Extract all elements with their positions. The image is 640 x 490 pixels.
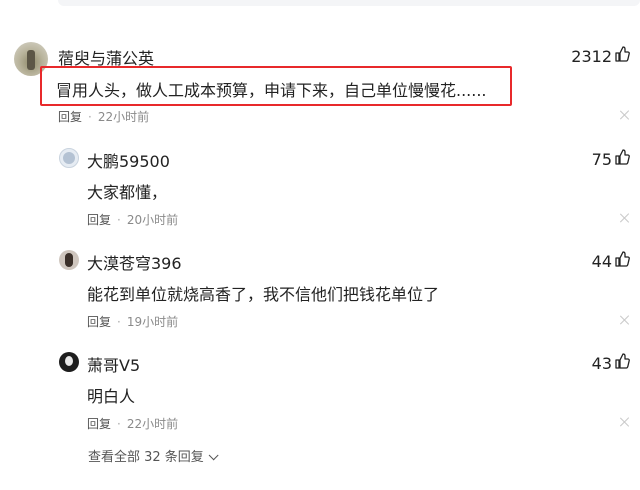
reply-time: 19小时前	[126, 315, 179, 329]
view-all-label: 查看全部 32 条回复	[88, 450, 204, 465]
like-count: 2312	[571, 46, 612, 66]
reply-time: 20小时前	[126, 213, 179, 227]
reply-button[interactable]: 回复	[87, 315, 111, 329]
reply-button[interactable]: 回复	[87, 213, 111, 227]
previous-comment-strip	[58, 0, 640, 6]
avatar[interactable]	[59, 352, 79, 372]
like-button[interactable]: 2312	[571, 46, 630, 66]
avatar[interactable]	[59, 148, 79, 168]
highlight-box	[40, 66, 512, 106]
reply-button[interactable]: 回复	[87, 417, 111, 431]
thumbs-up-icon	[614, 251, 630, 271]
thumbs-up-icon	[614, 46, 630, 66]
thumbs-up-icon	[614, 353, 630, 373]
reply-author[interactable]: 大鹏59500	[87, 148, 170, 172]
comment-meta: 回复 · 22小时前	[58, 110, 150, 124]
reply-meta: 回复 · 19小时前	[87, 315, 179, 329]
like-count: 75	[591, 149, 612, 169]
close-icon[interactable]	[620, 110, 630, 120]
chevron-down-icon	[208, 450, 219, 461]
reply-meta: 回复 · 20小时前	[87, 213, 179, 227]
like-count: 44	[591, 251, 612, 271]
like-button[interactable]: 43	[592, 353, 630, 373]
like-count: 43	[591, 353, 612, 373]
close-icon[interactable]	[620, 417, 630, 427]
reply-text: 能花到单位就烧高香了，我不信他们把钱花单位了	[87, 285, 440, 304]
like-button[interactable]: 75	[592, 149, 630, 169]
like-button[interactable]: 44	[592, 251, 630, 271]
close-icon[interactable]	[620, 213, 630, 223]
reply-button[interactable]: 回复	[58, 110, 82, 124]
reply-text: 明白人	[87, 387, 136, 406]
reply-author[interactable]: 萧哥V5	[87, 352, 140, 376]
reply-meta: 回复 · 22小时前	[87, 417, 179, 431]
thumbs-up-icon	[614, 149, 630, 169]
comment-time: 22小时前	[97, 110, 150, 124]
avatar[interactable]	[59, 250, 79, 270]
reply-time: 22小时前	[126, 417, 179, 431]
reply-text: 大家都懂，	[87, 183, 168, 202]
view-all-replies-button[interactable]: 查看全部 32 条回复	[88, 446, 219, 465]
close-icon[interactable]	[620, 315, 630, 325]
reply-author[interactable]: 大漠苍穹396	[87, 250, 182, 274]
